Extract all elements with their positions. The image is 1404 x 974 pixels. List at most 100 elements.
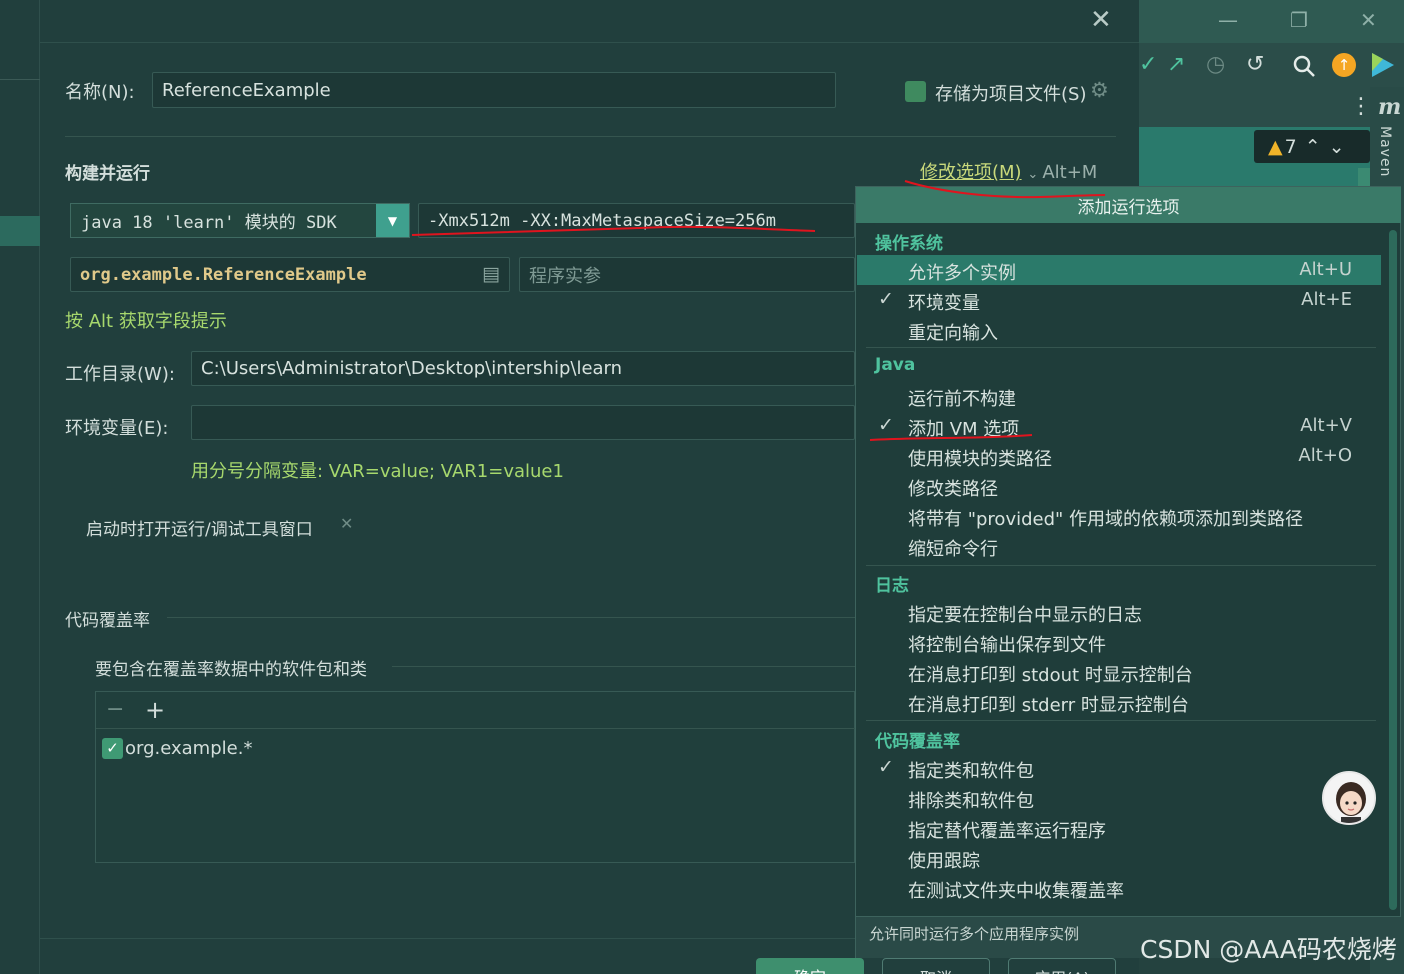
maven-icon[interactable]: m — [1378, 94, 1401, 120]
popup-scrollbar[interactable] — [1389, 230, 1397, 910]
check-icon: ✓ — [878, 288, 894, 310]
watermark: CSDN @AAA码农烧烤 — [1140, 935, 1397, 964]
check-icon: ✓ — [878, 414, 894, 436]
popup-divider — [866, 720, 1376, 721]
add-icon[interactable]: + — [145, 696, 165, 724]
workdir-label: 工作目录(W): — [65, 364, 175, 385]
remove-option-icon[interactable]: ✕ — [340, 514, 353, 533]
popup-section-coverage: 代码覆盖率 — [875, 732, 960, 752]
alt-hint-text: 按 Alt 获取字段提示 — [65, 311, 227, 332]
modify-options-label[interactable]: 修改选项(M) — [920, 162, 1022, 183]
divider — [65, 136, 1116, 137]
jre-select[interactable]: java 18 'learn' 模块的 SDK ▼ — [70, 203, 410, 238]
popup-item-shortcut: Alt+U — [1299, 259, 1352, 280]
cancel-button[interactable]: 取消 — [882, 958, 990, 974]
search-icon[interactable] — [1292, 54, 1316, 82]
build-run-title: 构建并运行 — [65, 164, 150, 184]
check-icon: ✓ — [878, 756, 894, 778]
program-args-input[interactable]: 程序实参 — [519, 257, 855, 292]
coverage-sub-divider — [392, 666, 855, 667]
popup-item-tracing[interactable]: 使用跟踪 — [908, 847, 980, 873]
chevron-up-icon[interactable]: ⌃ — [1305, 136, 1321, 158]
popup-item-env-vars[interactable]: 环境变量 — [908, 289, 980, 315]
env-hint-text: 用分号分隔变量: VAR=value; VAR1=value1 — [191, 461, 564, 482]
popup-item-shortcut: Alt+E — [1301, 289, 1352, 310]
warning-icon: ▲ — [1268, 135, 1283, 158]
popup-item-shorten-cmdline[interactable]: 缩短命令行 — [908, 535, 998, 561]
rollback-icon[interactable]: ↺ — [1246, 52, 1264, 77]
dialog-titlebar — [40, 0, 1139, 43]
popup-item-modify-classpath[interactable]: 修改类路径 — [908, 475, 998, 501]
inspection-count: 7 — [1284, 135, 1297, 158]
name-label: 名称(N): — [65, 82, 135, 103]
popup-item-specify-classes[interactable]: 指定类和软件包 — [908, 757, 1034, 783]
gear-icon[interactable]: ⚙ — [1090, 78, 1109, 102]
modify-options-link[interactable]: 修改选项(M) ⌄ Alt+M — [920, 158, 1097, 184]
restore-icon[interactable]: ❐ — [1290, 8, 1308, 32]
push-icon[interactable]: ↗ — [1167, 52, 1185, 77]
popup-item-alt-runner[interactable]: 指定替代覆盖率运行程序 — [908, 817, 1106, 843]
jetbrains-ai-icon[interactable] — [1372, 53, 1394, 81]
popup-item-stdout[interactable]: 在消息打印到 stdout 时显示控制台 — [908, 661, 1193, 687]
open-tool-window-option: 启动时打开运行/调试工具窗口 — [86, 520, 313, 540]
workdir-input[interactable]: C:\Users\Administrator\Desktop\intership… — [191, 351, 855, 386]
inspection-widget[interactable]: ▲ 7 ⌃ ⌄ — [1254, 130, 1370, 163]
coverage-item-checkbox[interactable]: ✓ — [102, 738, 123, 759]
chevron-down-icon[interactable]: ⌄ — [1329, 136, 1345, 158]
apply-button[interactable]: 应用(A) — [1008, 958, 1116, 974]
chevron-down-icon: ⌄ — [1027, 167, 1043, 182]
env-input[interactable] — [191, 405, 855, 440]
coverage-divider — [167, 617, 855, 618]
popup-divider — [866, 565, 1376, 566]
name-input[interactable]: ReferenceExample — [152, 72, 836, 108]
editor-tabbar — [1139, 87, 1370, 127]
list-toolbar-divider — [96, 728, 855, 729]
modify-options-shortcut: Alt+M — [1042, 162, 1098, 183]
history-icon[interactable]: ◷ — [1206, 52, 1225, 77]
popup-item-provided-scope[interactable]: 将带有 "provided" 作用域的依赖项添加到类路径 — [908, 505, 1303, 531]
popup-item-save-output[interactable]: 将控制台输出保存到文件 — [908, 631, 1106, 657]
scroll-marker — [1358, 168, 1370, 188]
popup-section-logs: 日志 — [875, 576, 909, 596]
popup-item-redirect-input[interactable]: 重定向输入 — [908, 319, 998, 345]
popup-item-shortcut: Alt+O — [1298, 445, 1352, 466]
popup-item-module-classpath[interactable]: 使用模块的类路径 — [908, 445, 1052, 471]
avatar[interactable] — [1322, 771, 1376, 825]
popup-item-log-console[interactable]: 指定要在控制台中显示的日志 — [908, 601, 1142, 627]
popup-item-shortcut: Alt+V — [1300, 415, 1352, 436]
main-class-input[interactable]: org.example.ReferenceExample — [70, 257, 510, 292]
coverage-item-label: org.example.* — [125, 738, 253, 759]
update-icon[interactable]: ↑ — [1332, 53, 1356, 77]
browse-icon[interactable]: ▤ — [482, 263, 500, 285]
popup-item-vm-options[interactable]: 添加 VM 选项 — [908, 415, 1019, 441]
vm-options-input[interactable]: -Xmx512m -XX:MaxMetaspaceSize=256m — [418, 203, 855, 238]
popup-item-no-build[interactable]: 运行前不构建 — [908, 385, 1016, 411]
close-icon[interactable]: ✕ — [1090, 5, 1112, 35]
footer-divider — [40, 938, 856, 939]
commit-icon[interactable]: ✓ — [1139, 52, 1157, 77]
popup-item-stderr[interactable]: 在消息打印到 stderr 时显示控制台 — [908, 691, 1189, 717]
remove-icon[interactable]: − — [106, 697, 124, 722]
popup-section-os: 操作系统 — [875, 234, 943, 254]
dropdown-arrow-icon[interactable]: ▼ — [376, 204, 409, 237]
more-icon[interactable]: ⋮ — [1350, 94, 1372, 119]
coverage-subtitle: 要包含在覆盖率数据中的软件包和类 — [95, 660, 367, 680]
maven-tool-window-label[interactable]: Maven — [1377, 126, 1393, 177]
popup-item-allow-multiple[interactable]: 允许多个实例 — [908, 259, 1016, 285]
popup-header: 添加运行选项 — [856, 187, 1401, 223]
store-as-file-checkbox[interactable] — [905, 81, 926, 102]
left-panel-divider — [0, 79, 40, 80]
store-as-file-label[interactable]: 存储为项目文件(S) — [935, 80, 1086, 106]
window-close-icon[interactable]: ✕ — [1360, 8, 1377, 32]
popup-section-java: Java — [875, 355, 916, 375]
left-panel-selected[interactable] — [0, 216, 40, 246]
ok-button[interactable]: 确定 — [756, 958, 864, 974]
popup-divider — [866, 347, 1376, 348]
coverage-package-list — [95, 691, 855, 863]
jre-value: java 18 'learn' 模块的 SDK — [81, 213, 337, 233]
coverage-title: 代码覆盖率 — [65, 611, 150, 631]
popup-item-test-folders[interactable]: 在测试文件夹中收集覆盖率 — [908, 877, 1124, 903]
minimize-icon[interactable]: — — [1218, 8, 1238, 32]
popup-item-exclude-classes[interactable]: 排除类和软件包 — [908, 787, 1034, 813]
left-panel — [0, 0, 40, 974]
